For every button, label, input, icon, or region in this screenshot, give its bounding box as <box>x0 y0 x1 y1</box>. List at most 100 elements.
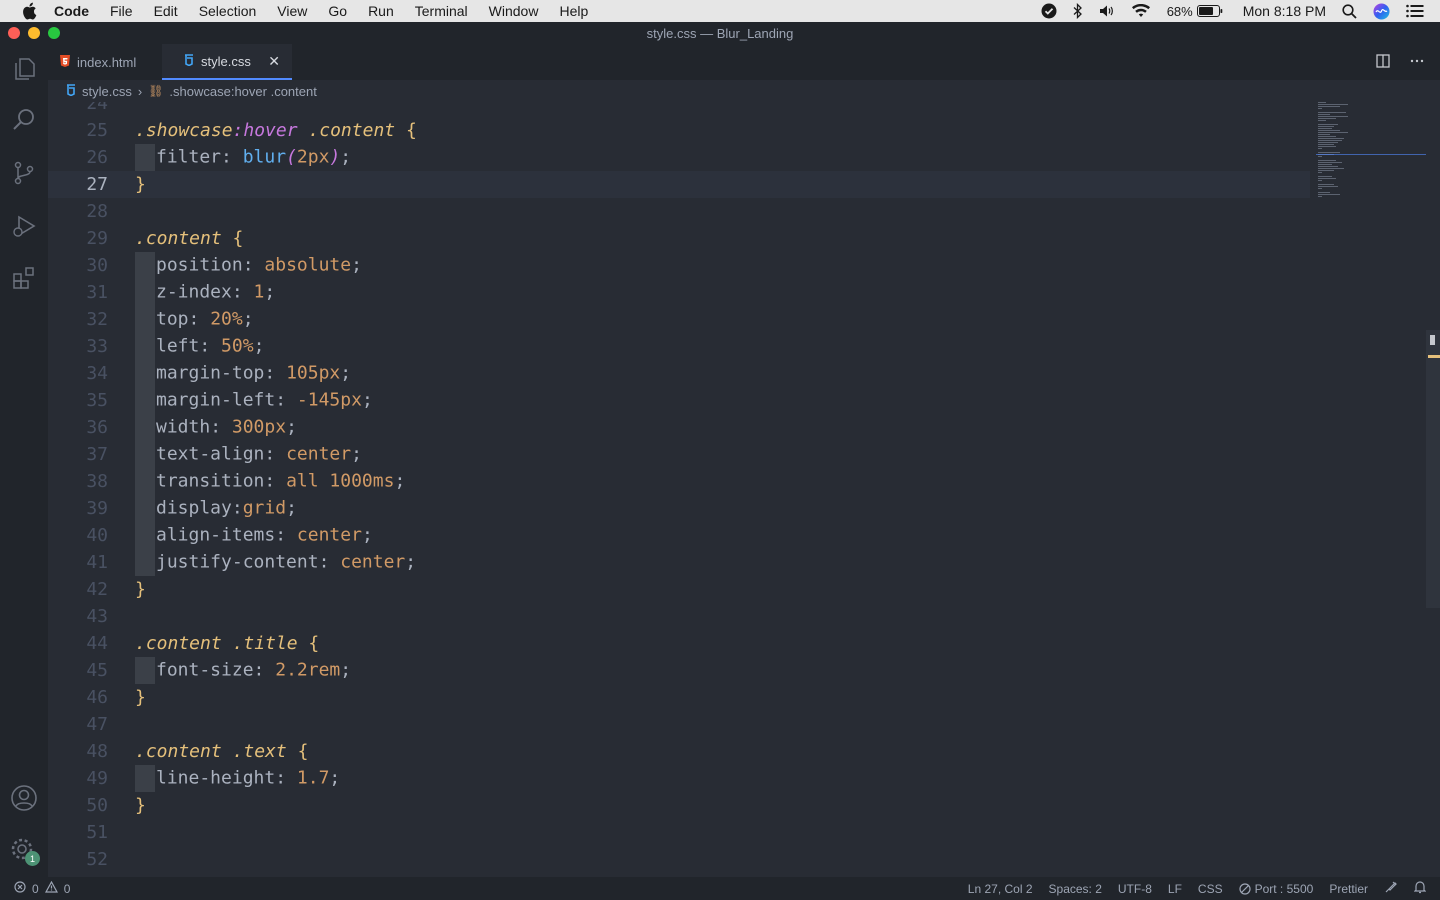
problems-indicator[interactable]: 0 0 <box>14 880 71 896</box>
file-encoding[interactable]: UTF-8 <box>1118 882 1152 896</box>
apple-icon[interactable] <box>20 2 38 20</box>
code-line[interactable]: 43 <box>48 603 1310 630</box>
minimap-line <box>1318 136 1336 137</box>
menu-go[interactable]: Go <box>328 3 347 19</box>
breadcrumb-symbol[interactable]: .showcase:hover .content <box>169 84 316 99</box>
line-code: line-height: 1.7; <box>135 765 340 792</box>
menu-app-code[interactable]: Code <box>54 3 89 19</box>
bluetooth-icon[interactable] <box>1073 3 1083 19</box>
battery-icon[interactable] <box>1196 5 1223 17</box>
code-line[interactable]: 40 align-items: center; <box>48 522 1310 549</box>
menu-selection[interactable]: Selection <box>199 3 257 19</box>
code-editor[interactable]: 24 25 .showcase:hover .content {26 filter: … <box>48 102 1440 877</box>
clock[interactable]: Mon 8:18 PM <box>1243 3 1326 19</box>
code-line[interactable]: 42} <box>48 576 1310 603</box>
minimap-line <box>1318 106 1340 107</box>
siri-icon[interactable] <box>1373 3 1390 20</box>
more-actions-icon[interactable] <box>1410 54 1424 71</box>
code-line[interactable]: 33 left: 50%; <box>48 333 1310 360</box>
feedback-icon[interactable] <box>1384 880 1398 897</box>
spotlight-search-icon[interactable] <box>1342 3 1357 19</box>
line-number: 24 <box>86 102 108 114</box>
code-line[interactable]: 44 .content .title { <box>48 630 1310 657</box>
close-window-button[interactable] <box>8 27 20 39</box>
code-line[interactable]: 25 .showcase:hover .content { <box>48 117 1310 144</box>
tab-style-css[interactable]: style.css ✕ <box>162 44 292 80</box>
code-line[interactable]: 30 position: absolute; <box>48 252 1310 279</box>
code-line[interactable]: 35 margin-left: -145px; <box>48 387 1310 414</box>
minimap-line <box>1318 178 1336 179</box>
minimap-line <box>1318 132 1348 133</box>
code-line[interactable]: 45 font-size: 2.2rem; <box>48 657 1310 684</box>
code-line[interactable]: 32 top: 20%; <box>48 306 1310 333</box>
menu-run[interactable]: Run <box>368 3 394 19</box>
account-icon[interactable] <box>0 774 48 822</box>
indentation-setting[interactable]: Spaces: 2 <box>1049 882 1102 896</box>
code-line[interactable]: 48 .content .text { <box>48 738 1310 765</box>
menu-file[interactable]: File <box>110 3 133 19</box>
code-line[interactable]: 37 text-align: center; <box>48 441 1310 468</box>
close-tab-icon[interactable]: ✕ <box>268 53 280 70</box>
minimap-line <box>1318 102 1326 103</box>
minimap-line <box>1318 112 1346 113</box>
menu-help[interactable]: Help <box>559 3 588 19</box>
code-line[interactable]: 41 justify-content: center; <box>48 549 1310 576</box>
checkmark-badge-icon[interactable] <box>1041 3 1057 19</box>
manage-gear-icon[interactable]: 1 <box>0 827 48 875</box>
code-line[interactable]: 49 line-height: 1.7; <box>48 765 1310 792</box>
scrollbar-cursor-marker <box>1430 335 1435 345</box>
notifications-bell-icon[interactable] <box>1413 880 1427 897</box>
line-number: 32 <box>86 309 108 330</box>
code-line[interactable]: 29 .content { <box>48 225 1310 252</box>
code-line[interactable]: 24 <box>48 102 1310 117</box>
code-line[interactable]: 28 <box>48 198 1310 225</box>
minimap-line <box>1318 138 1344 139</box>
tab-label: style.css <box>201 53 251 69</box>
code-line[interactable]: 26 filter: blur(2px); <box>48 144 1310 171</box>
code-line[interactable]: 52 <box>48 846 1310 873</box>
menu-window[interactable]: Window <box>489 3 539 19</box>
minimap[interactable] <box>1316 100 1426 210</box>
notification-center-icon[interactable] <box>1406 4 1424 18</box>
menu-edit[interactable]: Edit <box>154 3 178 19</box>
language-mode[interactable]: CSS <box>1198 882 1223 896</box>
prettier-status[interactable]: Prettier <box>1329 882 1368 896</box>
vertical-scrollbar[interactable] <box>1426 330 1440 608</box>
code-line[interactable]: 36 width: 300px; <box>48 414 1310 441</box>
live-server-status[interactable]: Port : 5500 <box>1238 882 1313 896</box>
code-line[interactable]: 50} <box>48 792 1310 819</box>
extensions-icon[interactable] <box>0 254 48 302</box>
code-line[interactable]: 47 <box>48 711 1310 738</box>
explorer-icon[interactable] <box>0 45 48 93</box>
minimap-line <box>1318 192 1330 193</box>
code-line[interactable]: 27} <box>48 171 1310 198</box>
code-line[interactable]: 51 <box>48 819 1310 846</box>
volume-icon[interactable] <box>1099 4 1115 18</box>
menu-terminal[interactable]: Terminal <box>415 3 468 19</box>
split-editor-icon[interactable] <box>1376 54 1390 71</box>
minimap-line <box>1318 134 1330 135</box>
html5-icon <box>60 54 70 70</box>
end-of-line[interactable]: LF <box>1168 882 1182 896</box>
run-debug-icon[interactable] <box>0 202 48 250</box>
minimap-line <box>1318 114 1330 115</box>
editor-tab-bar: index.html style.css ✕ <box>48 44 1440 80</box>
line-number: 34 <box>86 363 108 384</box>
warning-count: 0 <box>63 881 71 896</box>
code-line[interactable]: 46} <box>48 684 1310 711</box>
code-line[interactable]: 38 transition: all 1000ms; <box>48 468 1310 495</box>
code-line[interactable]: 39 display:grid; <box>48 495 1310 522</box>
tab-index-html[interactable]: index.html <box>48 44 162 80</box>
code-line[interactable]: 31 z-index: 1; <box>48 279 1310 306</box>
maximize-window-button[interactable] <box>48 27 60 39</box>
error-icon <box>14 881 26 896</box>
cursor-position[interactable]: Ln 27, Col 2 <box>968 882 1033 896</box>
menu-view[interactable]: View <box>277 3 307 19</box>
minimize-window-button[interactable] <box>28 27 40 39</box>
search-icon[interactable] <box>0 96 48 144</box>
source-control-icon[interactable] <box>0 149 48 197</box>
breadcrumb-file[interactable]: style.css <box>82 84 132 99</box>
window-titlebar: style.css — Blur_Landing <box>0 22 1440 44</box>
code-line[interactable]: 34 margin-top: 105px; <box>48 360 1310 387</box>
wifi-icon[interactable] <box>1131 4 1151 18</box>
